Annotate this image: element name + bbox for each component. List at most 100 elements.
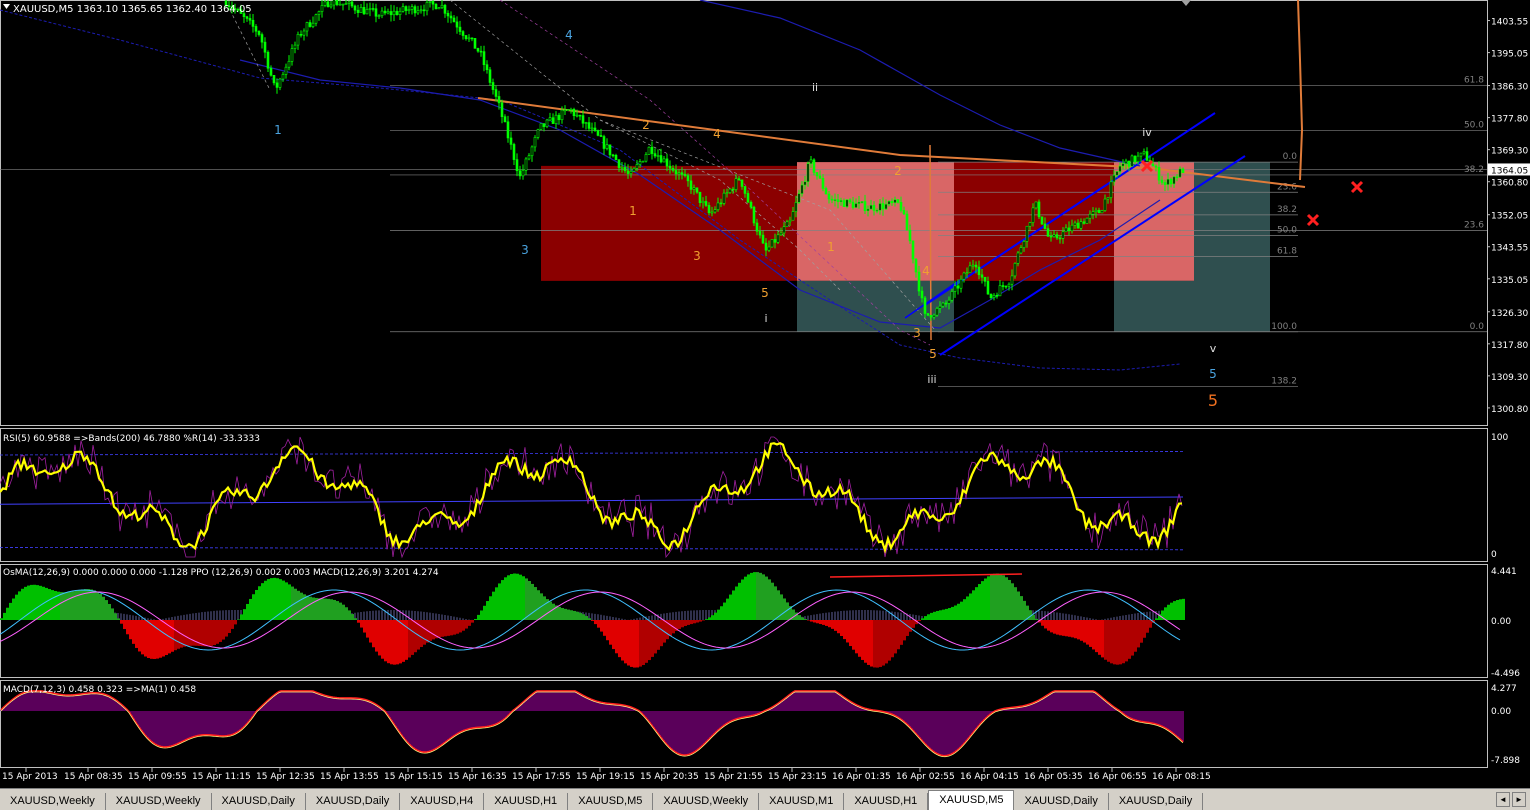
osma-bar-down — [894, 620, 897, 654]
osma-bar-down — [1047, 620, 1050, 631]
chart-tab[interactable]: XAUUSD,M1 — [759, 793, 845, 810]
main-pane-title: XAUUSD,M5 1363.10 1365.65 1362.40 1364.0… — [13, 4, 252, 15]
osma-bar-up — [252, 594, 255, 620]
osma-bar-up — [1023, 600, 1026, 620]
price-axis-label: 1377.80 — [1491, 115, 1528, 125]
chart-tab[interactable]: XAUUSD,M5 — [568, 793, 654, 810]
osma-bar-down — [447, 620, 450, 636]
osma-bar-down — [1134, 620, 1137, 652]
osma-bar-up — [282, 580, 285, 620]
candle-up — [332, 0, 336, 6]
candle-down — [245, 16, 249, 19]
scroll-left-icon[interactable]: ◄ — [1496, 792, 1510, 807]
chart-tab[interactable]: XAUUSD,Weekly — [106, 793, 212, 810]
osma-bar-down — [234, 620, 237, 625]
osma-bar-up — [513, 573, 516, 620]
chart-tab[interactable]: XAUUSD,Daily — [1014, 793, 1109, 810]
candle-down — [551, 117, 555, 124]
osma-bar-up — [771, 582, 774, 620]
osma-bar-down — [126, 620, 129, 635]
osma-bar-down — [228, 620, 231, 634]
osma-bar-up — [921, 618, 924, 620]
osma-bar-down — [816, 620, 819, 624]
osma-bar-up — [801, 617, 804, 620]
osma-bar-down — [879, 620, 882, 667]
candle-down — [1151, 163, 1155, 167]
osma-bar-down — [849, 620, 852, 647]
osma-bar-up — [720, 606, 723, 620]
candle-up — [938, 305, 942, 309]
osma-bar-down — [408, 620, 411, 658]
candle-down — [1055, 234, 1059, 239]
chart-canvas[interactable]: 61.850.038.223.60.00.023.638.250.061.810… — [0, 0, 1530, 788]
candle-down — [269, 67, 273, 76]
chart-tab[interactable]: XAUUSD,M5 — [928, 790, 1015, 810]
osma-bar-down — [150, 620, 153, 659]
osma-bar-up — [969, 593, 972, 620]
osma-bar-up — [270, 578, 273, 620]
chart-tab[interactable]: XAUUSD,Daily — [306, 793, 401, 810]
osma-bar-down — [1050, 620, 1053, 633]
osma-bar-up — [105, 600, 108, 620]
osma-bar-up — [333, 599, 336, 620]
time-axis-label: 15 Apr 13:55 — [320, 772, 379, 782]
candle-up — [329, 4, 333, 8]
candle-down — [557, 114, 561, 121]
chart-tab[interactable]: XAUUSD,H1 — [484, 793, 569, 810]
candle-up — [467, 37, 471, 40]
osma-bar-up — [0, 618, 3, 620]
osma-bar-down — [450, 620, 453, 636]
elliott-label-orange: 5 — [929, 347, 937, 361]
osma-bar-up — [36, 585, 39, 620]
price-axis-label: 1395.05 — [1491, 50, 1528, 60]
osma-bar-up — [111, 608, 114, 620]
osma-bar-down — [1107, 620, 1110, 662]
osma-bar-down — [837, 620, 840, 634]
candle-down — [443, 4, 447, 14]
candle-down — [923, 297, 927, 314]
osma-bar-down — [213, 620, 216, 646]
osma-bar-down — [123, 620, 126, 630]
osma-bar-down — [465, 620, 468, 629]
candle-up — [401, 6, 405, 12]
chart-tab[interactable]: XAUUSD,Daily — [212, 793, 306, 810]
candle-up — [1130, 155, 1134, 167]
osma-bar-down — [840, 620, 843, 636]
scroll-right-icon[interactable]: ► — [1512, 792, 1526, 807]
candle-up — [656, 155, 660, 157]
chart-tab[interactable]: XAUUSD,H1 — [844, 793, 929, 810]
osma-bar-down — [1068, 620, 1071, 637]
chart-tab[interactable]: XAUUSD,H4 — [400, 793, 485, 810]
osma-bar-up — [705, 619, 708, 620]
candle-down — [485, 64, 489, 71]
candle-up — [536, 129, 540, 138]
candle-down — [518, 170, 522, 177]
chart-window[interactable]: 61.8 50.0 38.2 23.6 0.0 0.0 23.6 38.2 50.0 61.8 10… — [0, 0, 1530, 788]
price-axis-label: 1343.55 — [1491, 244, 1528, 254]
osma-bar-up — [75, 590, 78, 620]
osma-bar-up — [585, 616, 588, 620]
candle-down — [827, 193, 831, 200]
candle-up — [797, 193, 801, 203]
osma-bar-up — [6, 607, 9, 620]
osma-bar-up — [987, 576, 990, 620]
elliott-label-white: v — [1210, 342, 1217, 355]
osma-bar-down — [369, 620, 372, 643]
candle-up — [341, 3, 345, 6]
chart-tab[interactable]: XAUUSD,Weekly — [653, 793, 760, 810]
candle-down — [1076, 222, 1080, 229]
candle-down — [665, 158, 669, 167]
elliott-label-orange: 1 — [629, 204, 637, 218]
candle-up — [839, 200, 843, 202]
price-axis-label: 1317.80 — [1491, 341, 1528, 351]
candle-up — [278, 78, 282, 88]
chart-tab[interactable]: XAUUSD,Daily — [1109, 793, 1204, 810]
osma-bar-down — [1095, 620, 1098, 653]
chart-tab[interactable]: XAUUSD,Weekly — [0, 793, 106, 810]
osma-bar-up — [939, 610, 942, 620]
candle-down — [479, 50, 483, 53]
osma-bar-up — [342, 604, 345, 620]
candle-up — [800, 184, 804, 194]
osma-bar-down — [684, 620, 687, 626]
candle-up — [734, 178, 738, 190]
